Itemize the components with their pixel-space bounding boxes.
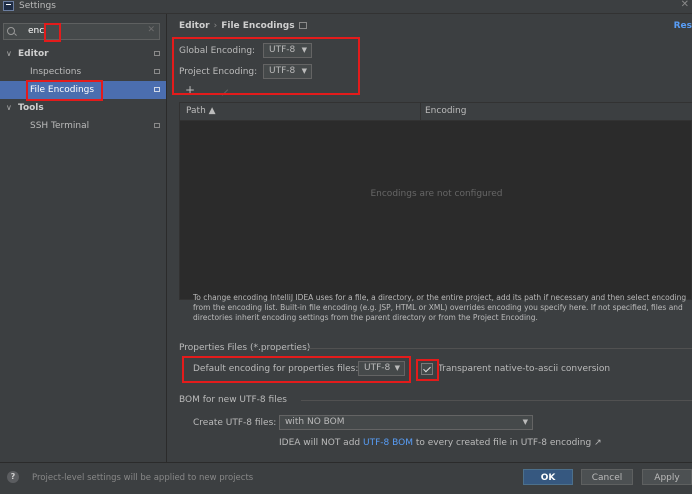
utf8-bom-link[interactable]: UTF-8 BOM <box>363 438 413 448</box>
window-title: Settings <box>19 1 56 11</box>
transparent-conversion-label: Transparent native-to-ascii conversion <box>438 364 611 374</box>
encodings-table[interactable]: Path ▲ Encoding Encodings are not config… <box>179 102 692 300</box>
tree-item-label: SSH Terminal <box>30 121 90 131</box>
project-scope-icon <box>298 22 307 29</box>
project-scope-icon <box>154 123 160 128</box>
bom-select[interactable]: with NO BOM ▼ <box>279 415 533 430</box>
dropdown-arrow-icon: ▼ <box>301 46 307 54</box>
bom-note-suffix: to every created file in UTF-8 encoding … <box>412 438 602 448</box>
section-divider <box>301 400 692 401</box>
project-scope-icon <box>154 69 160 74</box>
section-divider <box>308 348 692 349</box>
create-utf8-label: Create UTF-8 files: <box>193 418 277 428</box>
bom-section-title: BOM for new UTF-8 files <box>179 395 287 405</box>
tree-item-label: File Encodings <box>30 85 95 95</box>
global-encoding-label: Global Encoding: <box>179 46 256 56</box>
global-encoding-value: UTF-8 <box>269 45 296 55</box>
dialog-footer: ? Project-level settings will be applied… <box>0 462 692 494</box>
tree-item-inspections[interactable]: Inspections <box>0 63 166 81</box>
project-encoding-label: Project Encoding: <box>179 67 258 77</box>
tree-item-ssh-terminal[interactable]: SSH Terminal <box>0 117 166 135</box>
breadcrumb-current: File Encodings <box>221 21 295 31</box>
help-text: To change encoding IntelliJ IDEA uses fo… <box>193 293 692 323</box>
dropdown-arrow-icon: ▼ <box>301 67 307 75</box>
properties-encoding-value: UTF-8 <box>364 363 391 373</box>
table-header: Path ▲ Encoding <box>180 103 692 121</box>
search-icon <box>7 27 15 35</box>
clear-search-icon[interactable]: ✕ <box>147 25 155 35</box>
add-icon[interactable]: + <box>185 83 195 97</box>
project-scope-icon <box>154 51 160 56</box>
tree-group-label: Editor <box>18 49 49 59</box>
tree-item-file-encodings[interactable]: File Encodings <box>0 81 166 99</box>
status-message: Project-level settings will be applied t… <box>32 473 254 483</box>
help-icon[interactable]: ? <box>7 471 19 483</box>
properties-encoding-select[interactable]: UTF-8 ▼ <box>358 361 405 376</box>
empty-table-text: Encodings are not configured <box>370 189 503 199</box>
properties-encoding-label: Default encoding for properties files: <box>193 364 359 374</box>
settings-sidebar: enc ✕ ∨ Editor Inspections File Encoding… <box>0 14 167 462</box>
bom-note: IDEA will NOT add UTF-8 BOM to every cre… <box>279 438 602 448</box>
dropdown-arrow-icon: ▼ <box>522 418 528 426</box>
breadcrumb-separator: › <box>213 21 218 31</box>
reset-link[interactable]: Res <box>674 21 692 31</box>
expand-chevron-icon[interactable]: ∨ <box>6 99 12 117</box>
close-icon[interactable]: ✕ <box>681 0 689 10</box>
project-scope-icon <box>154 87 160 92</box>
tree-group-tools[interactable]: ∨ Tools <box>0 99 166 117</box>
tree-item-label: Inspections <box>30 67 82 77</box>
breadcrumb: Editor › File Encodings <box>179 21 307 31</box>
edit-icon[interactable] <box>221 89 229 96</box>
properties-section-title: Properties Files (*.properties) <box>179 343 311 353</box>
global-encoding-select[interactable]: UTF-8 ▼ <box>263 43 312 58</box>
breadcrumb-parent: Editor <box>179 21 210 31</box>
bom-note-prefix: IDEA will NOT add <box>279 438 363 448</box>
column-header-encoding[interactable]: Encoding <box>425 106 466 116</box>
project-encoding-select[interactable]: UTF-8 ▼ <box>263 64 312 79</box>
search-value[interactable]: enc <box>28 26 44 36</box>
dropdown-arrow-icon: ▼ <box>394 364 400 372</box>
table-toolbar: + <box>179 83 692 100</box>
project-encoding-value: UTF-8 <box>269 66 296 76</box>
bom-select-value: with NO BOM <box>285 417 345 427</box>
apply-button[interactable]: Apply <box>642 469 692 485</box>
help-line: from the encoding list. Built-in file en… <box>193 303 683 312</box>
ok-button[interactable]: OK <box>523 469 573 485</box>
tree-group-label: Tools <box>18 103 44 113</box>
cancel-button[interactable]: Cancel <box>581 469 633 485</box>
expand-chevron-icon[interactable]: ∨ <box>6 45 12 63</box>
column-header-path[interactable]: Path ▲ <box>186 106 216 116</box>
file-encodings-panel: Editor › File Encodings Res Global Encodin… <box>167 14 692 462</box>
title-bar: Settings ✕ <box>0 0 692 14</box>
search-input[interactable]: enc ✕ <box>3 23 160 40</box>
transparent-conversion-checkbox[interactable] <box>421 363 433 375</box>
app-icon <box>3 1 14 11</box>
help-line: To change encoding IntelliJ IDEA uses fo… <box>193 293 687 302</box>
tree-group-editor[interactable]: ∨ Editor <box>0 45 166 63</box>
help-line: directories inherit encoding settings fr… <box>193 313 538 322</box>
column-divider <box>420 103 421 120</box>
